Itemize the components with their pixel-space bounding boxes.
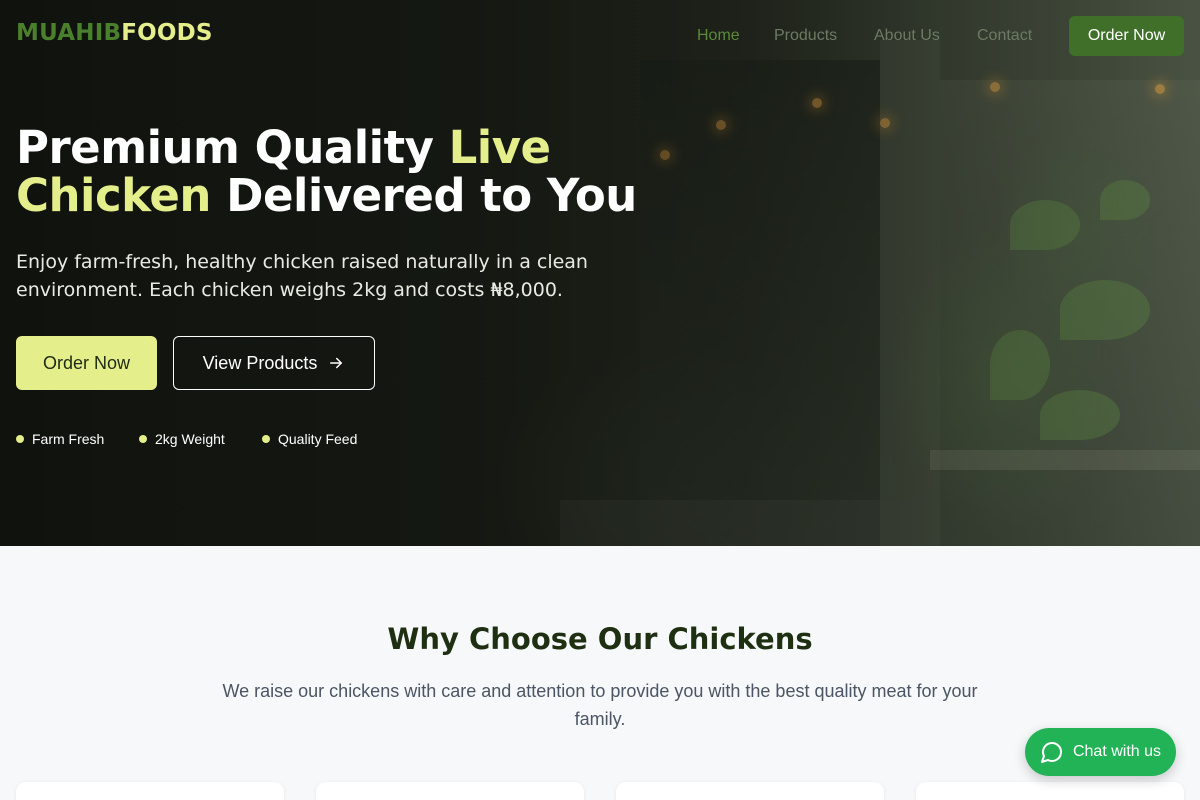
- feature-weight: 2kg Weight: [139, 431, 225, 447]
- feature-card: [616, 782, 884, 800]
- hero-title-part2: Delivered to You: [210, 169, 637, 222]
- view-products-button[interactable]: View Products: [173, 336, 375, 390]
- brand-name-part2: FOODS: [121, 20, 213, 46]
- feature-card: [16, 782, 284, 800]
- brand-name-part1: MUAHIB: [16, 20, 122, 46]
- feature-label: Quality Feed: [278, 431, 358, 447]
- bullet-dot-icon: [139, 435, 147, 443]
- bullet-dot-icon: [262, 435, 270, 443]
- hero-title: Premium Quality Live Chicken Delivered t…: [16, 124, 696, 220]
- bullet-dot-icon: [16, 435, 24, 443]
- nav-order-now-button[interactable]: Order Now: [1069, 16, 1184, 56]
- feature-card: [316, 782, 584, 800]
- nav-link-contact[interactable]: Contact: [977, 27, 1032, 45]
- hero-title-highlight2: Chicken: [16, 169, 211, 222]
- order-now-button[interactable]: Order Now: [16, 336, 157, 390]
- top-navigation: MUAHIBFOODS Home Products About Us Conta…: [0, 0, 1200, 72]
- nav-link-products[interactable]: Products: [774, 27, 837, 45]
- arrow-right-icon: [330, 357, 343, 369]
- chat-label: Chat with us: [1072, 743, 1162, 760]
- chat-bubble-icon: [1040, 742, 1062, 763]
- hero-title-part1: Premium Quality: [16, 121, 449, 174]
- hero-description: Enjoy farm-fresh, healthy chicken raised…: [16, 251, 588, 301]
- feature-label: Farm Fresh: [32, 431, 105, 447]
- chat-with-us-button[interactable]: Chat with us: [1025, 728, 1176, 776]
- brand-logo[interactable]: MUAHIBFOODS: [16, 20, 213, 46]
- nav-link-home[interactable]: Home: [697, 27, 740, 45]
- feature-label: 2kg Weight: [155, 431, 225, 447]
- feature-quality-feed: Quality Feed: [262, 431, 357, 447]
- section-subtitle: We raise our chickens with care and atte…: [222, 681, 978, 729]
- view-products-label: View Products: [202, 352, 318, 373]
- hero-title-highlight1: Live: [448, 121, 551, 174]
- feature-farm-fresh: Farm Fresh: [16, 431, 104, 447]
- feature-card: [916, 782, 1184, 800]
- section-title: Why Choose Our Chickens: [387, 622, 813, 656]
- nav-link-about[interactable]: About Us: [874, 27, 940, 45]
- hero-section: MUAHIBFOODS Home Products About Us Conta…: [0, 0, 1200, 546]
